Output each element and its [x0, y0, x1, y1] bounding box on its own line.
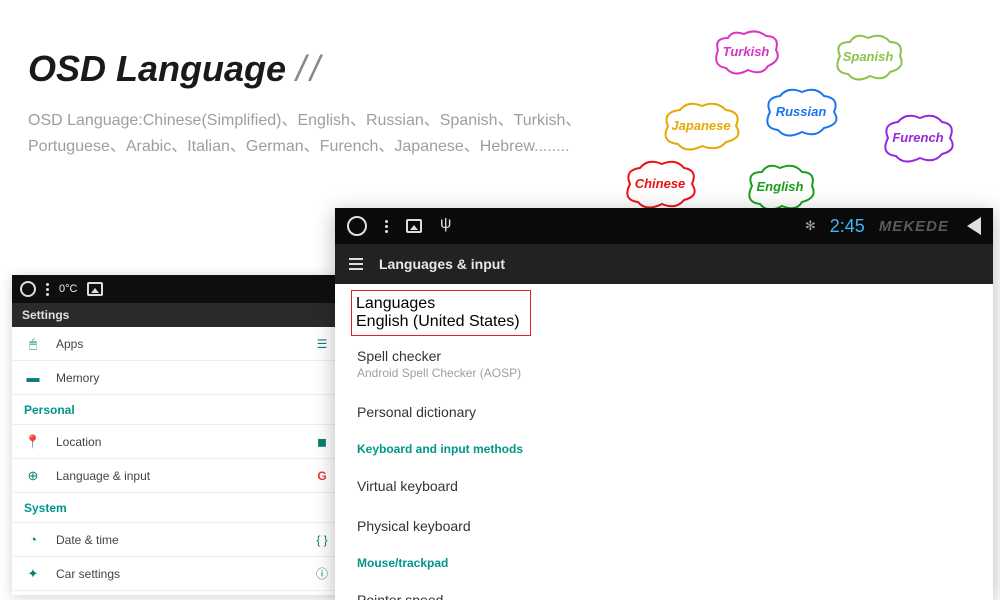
bubble-chinese: Chinese — [620, 160, 700, 210]
clock-icon: ◔ — [24, 532, 42, 547]
bubble-russian: Russian — [760, 88, 842, 138]
storage-icon: ☰ — [314, 337, 330, 351]
item-title: Languages — [356, 295, 520, 313]
header-description: OSD Language:Chinese(Simplified)、English… — [28, 108, 668, 159]
front-title: Languages & input — [379, 256, 505, 272]
item-title: Personal dictionary — [357, 404, 971, 420]
item-physical-keyboard[interactable]: Physical keyboard — [335, 506, 993, 546]
picture-icon — [87, 282, 103, 296]
car-icon: ✦ — [24, 566, 42, 582]
item-virtual-keyboard[interactable]: Virtual keyboard — [335, 466, 993, 506]
item-spell-checker[interactable]: Spell checker Android Spell Checker (AOS… — [335, 336, 993, 392]
bluetooth-icon: ✻ — [805, 218, 816, 234]
google-icon: G — [314, 469, 330, 483]
memory-icon: ▬ — [24, 370, 42, 385]
front-status-bar: ✻ 2:45 MEKEDE — [335, 208, 993, 244]
info-icon: ⓘ — [314, 565, 330, 582]
mouse-icon: 🖱 — [24, 336, 42, 352]
hamburger-icon[interactable] — [349, 258, 363, 270]
row-label: Memory — [56, 371, 314, 385]
bubble-english: English — [742, 164, 818, 212]
picture-icon — [406, 219, 422, 233]
usb-icon — [440, 218, 454, 234]
item-pointer-speed[interactable]: Pointer speed — [335, 580, 993, 600]
item-title: Spell checker — [357, 348, 971, 364]
bubble-spanish: Spanish — [830, 34, 906, 82]
languages-panel-front: ✻ 2:45 MEKEDE Languages & input Language… — [335, 208, 993, 600]
item-personal-dictionary[interactable]: Personal dictionary — [335, 392, 993, 432]
back-triangle-icon[interactable] — [967, 217, 981, 235]
languages-highlight[interactable]: Languages English (United States) — [351, 290, 531, 336]
row-label: Car settings — [56, 567, 314, 581]
front-list: Languages English (United States) Spell … — [335, 284, 993, 600]
title-text: OSD Language — [28, 48, 286, 89]
menu-dots-icon[interactable] — [385, 220, 388, 233]
bubble-turkish: Turkish — [710, 30, 782, 76]
item-title: Pointer speed — [357, 592, 971, 600]
section-mouse: Mouse/trackpad — [335, 546, 993, 580]
status-temperature: 0°C — [59, 283, 77, 295]
row-label: Language & input — [56, 469, 314, 483]
item-title: Virtual keyboard — [357, 478, 971, 494]
watermark-text: MEKEDE — [879, 218, 949, 235]
row-label: Location — [56, 435, 314, 449]
row-label: Date & time — [56, 533, 314, 547]
row-label: Apps — [56, 337, 314, 351]
item-subtitle: Android Spell Checker (AOSP) — [357, 366, 971, 380]
section-keyboard: Keyboard and input methods — [335, 432, 993, 466]
item-subtitle: English (United States) — [356, 313, 520, 331]
location-icon: 📍 — [24, 434, 42, 450]
title-slashes: // — [296, 48, 324, 89]
language-bubbles: Turkish Spanish Japanese Russian Furench… — [630, 30, 990, 220]
home-circle-icon[interactable] — [20, 281, 36, 297]
home-circle-icon[interactable] — [347, 216, 367, 236]
page-title: OSD Language // — [28, 48, 324, 90]
item-title: Physical keyboard — [357, 518, 971, 534]
globe-icon: ⊕ — [24, 468, 42, 484]
dev-icon: { } — [314, 533, 330, 547]
bubble-japanese: Japanese — [658, 102, 744, 152]
status-time: 2:45 — [830, 216, 865, 237]
front-title-bar: Languages & input — [335, 244, 993, 284]
account-icon: ◼ — [314, 435, 330, 449]
bubble-furench: Furench — [878, 114, 958, 164]
menu-dots-icon[interactable] — [46, 283, 49, 296]
